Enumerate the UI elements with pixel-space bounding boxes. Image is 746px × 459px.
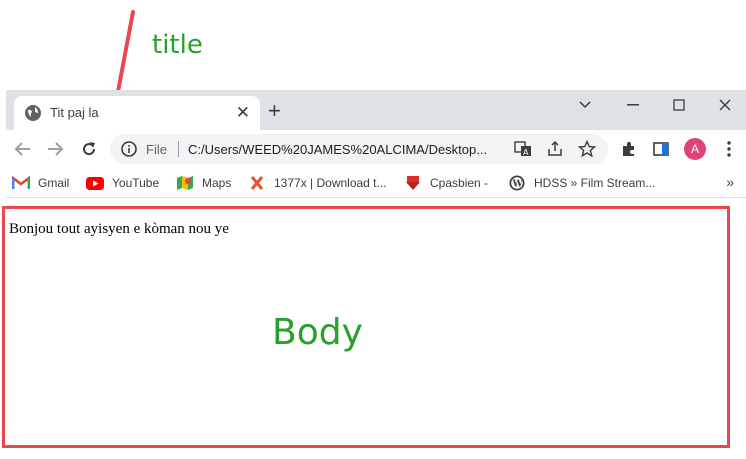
forward-icon[interactable] (44, 138, 66, 160)
bookmark-label: HDSS » Film Stream... (534, 176, 656, 190)
bookmark-label: Cpasbien - (430, 176, 489, 190)
bookmark-label: 1377x | Download t... (274, 176, 387, 190)
tab-title: Tit paj la (50, 105, 99, 120)
share-icon[interactable] (544, 138, 566, 160)
annotation-body-label: Body (272, 312, 363, 353)
tab-search-icon[interactable] (562, 90, 608, 120)
globe-icon (25, 105, 41, 121)
bookmark-label: Maps (202, 176, 232, 190)
bookmark-gmail[interactable]: Gmail (12, 175, 69, 191)
back-icon[interactable] (12, 138, 34, 160)
translate-icon[interactable]: A (512, 138, 534, 160)
wordpress-icon: W (508, 175, 526, 191)
address-url[interactable]: C:/Users/WEED%20JAMES%20ALCIMA/Desktop..… (188, 142, 487, 157)
close-window-button[interactable] (702, 90, 746, 120)
maximize-button[interactable] (656, 90, 702, 120)
side-panel-icon[interactable] (650, 138, 672, 160)
gmail-icon (12, 175, 30, 191)
youtube-icon (86, 175, 104, 191)
maps-icon (176, 175, 194, 191)
browser-toolbar: File C:/Users/WEED%20JAMES%20ALCIMA/Desk… (6, 130, 746, 168)
x-icon (248, 175, 266, 191)
bookmark-cpasbien[interactable]: Cpasbien - (404, 175, 488, 191)
bookmarks-bar: Gmail YouTube Maps 1377x | Download t...… (6, 168, 746, 198)
bookmark-star-icon[interactable] (576, 138, 598, 160)
menu-kebab-icon[interactable] (718, 138, 740, 160)
info-icon[interactable] (120, 140, 138, 158)
address-bar[interactable]: File C:/Users/WEED%20JAMES%20ALCIMA/Desk… (110, 134, 608, 164)
profile-avatar[interactable]: A (684, 138, 706, 160)
body-text: Bonjou tout ayisyen e kòman nou ye (9, 221, 229, 237)
more-bookmarks-icon[interactable]: » (726, 174, 734, 190)
bookmark-label: Gmail (38, 176, 70, 190)
svg-text:A: A (523, 148, 529, 157)
reload-icon[interactable] (78, 138, 100, 160)
cpasbien-icon (404, 175, 422, 191)
minimize-button[interactable] (610, 90, 656, 120)
browser-titlebar: Tit paj la ✕ + (6, 90, 746, 130)
annotation-title-label: title (152, 30, 203, 60)
page-body: Bonjou tout ayisyen e kòman nou ye (2, 206, 730, 448)
bookmark-hdss[interactable]: W HDSS » Film Stream... (508, 175, 655, 191)
bookmark-1377x[interactable]: 1377x | Download t... (248, 175, 387, 191)
browser-tab[interactable]: Tit paj la ✕ (14, 96, 260, 130)
extensions-icon[interactable] (618, 138, 640, 160)
svg-text:W: W (512, 180, 524, 190)
new-tab-button[interactable]: + (268, 100, 281, 122)
close-tab-icon[interactable]: ✕ (236, 103, 250, 123)
address-divider (178, 141, 179, 157)
bookmark-maps[interactable]: Maps (176, 175, 231, 191)
bookmark-youtube[interactable]: YouTube (86, 175, 159, 191)
scheme-label: File (146, 142, 167, 157)
bookmark-label: YouTube (112, 176, 160, 190)
